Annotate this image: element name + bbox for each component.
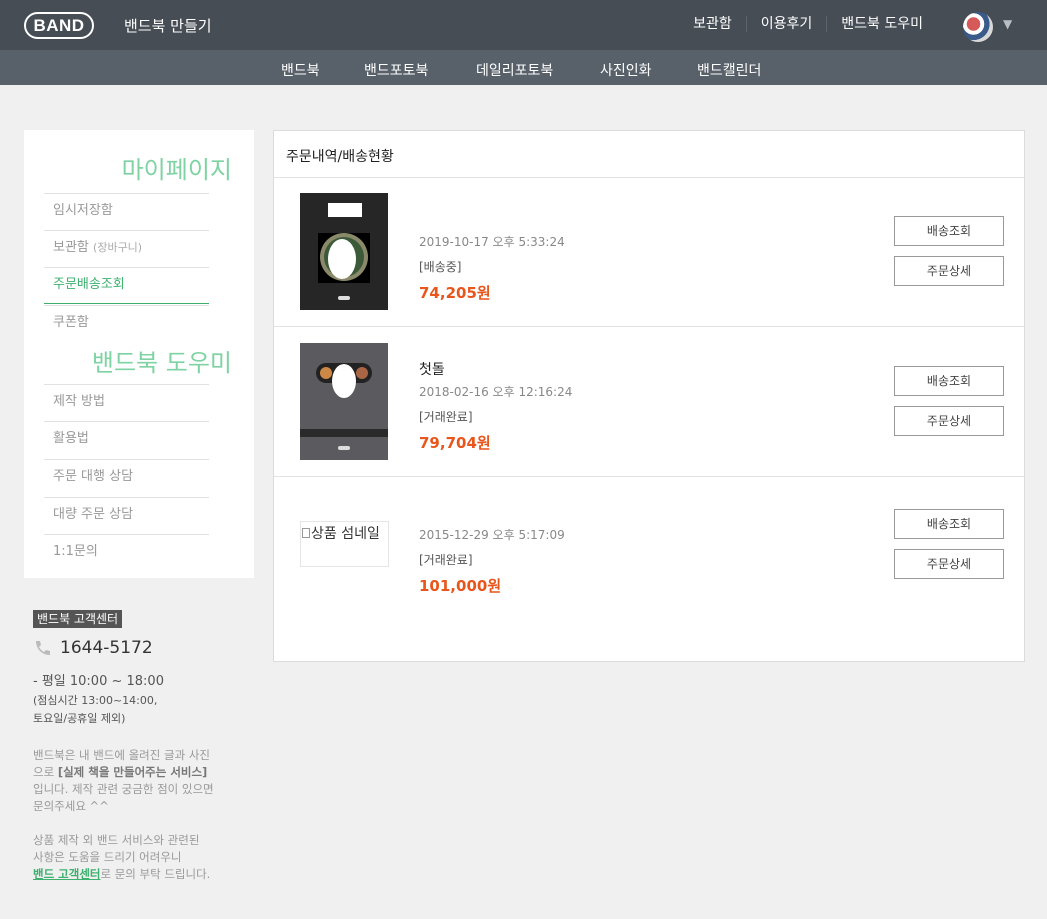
sidebar-item-sublabel: (장바구니)	[93, 241, 143, 254]
order-date: 2015-12-29 오후 5:17:09	[419, 528, 565, 542]
product-subnav: 밴드북 밴드포토북 데일리포토북 사진인화 밴드캘린더	[0, 50, 1047, 85]
order-price: 101,000원	[419, 577, 502, 595]
customer-center: 밴드북 고객센터 1644-5172 - 평일 10:00 ~ 18:00 (점…	[33, 608, 243, 881]
order-info: 2015-12-29 오후 5:17:09 [거래완료] 101,000원	[419, 502, 565, 596]
support-line: 사항은 도움을 드리기 어려우니	[33, 850, 182, 864]
sidebar-item-label: 제작 방법	[53, 394, 105, 409]
sidebar-item-label: 쿠폰함	[53, 315, 89, 330]
order-status: [배송중]	[419, 260, 462, 274]
order-info: 첫돌 2018-02-16 오후 12:16:24 [거래완료] 79,704원	[419, 359, 572, 453]
user-avatar[interactable]	[963, 12, 993, 42]
caret-down-icon[interactable]: ▼	[1003, 17, 1012, 31]
sidebar-item-label: 보관함	[53, 240, 89, 255]
page-title: 주문내역/배송현황	[286, 149, 394, 165]
customer-center-badge: 밴드북 고객센터	[33, 610, 123, 628]
sidebar-item-order-tracking[interactable]: 주문배송조회	[44, 267, 209, 304]
desc-text: 으로	[33, 765, 58, 779]
helper-heading: 밴드북 도우미	[91, 349, 232, 377]
order-date: 2018-02-16 오후 12:16:24	[419, 385, 573, 399]
sidebar-item-storage[interactable]: 보관함 (장바구니)	[44, 230, 209, 267]
phone-value: 1644-5172	[60, 638, 153, 658]
order-status: [거래완료]	[419, 553, 473, 567]
thumbnail-alt-text: 상품 섬네일	[311, 526, 380, 542]
sidebar-item-label: 활용법	[53, 431, 89, 446]
track-delivery-button[interactable]: 배송조회	[894, 366, 1004, 396]
sidebar-item-label: 1:1문의	[53, 544, 98, 559]
support-line: 상품 제작 외 밴드 서비스와 관련된	[33, 833, 200, 847]
business-hours: - 평일 10:00 ~ 18:00	[33, 674, 164, 689]
support-note: 상품 제작 외 밴드 서비스와 관련된 사항은 도움을 드리기 어려우니 밴드 …	[33, 832, 243, 883]
sidebar-item-label: 임시저장함	[53, 203, 113, 218]
order-price: 74,205원	[419, 284, 491, 302]
order-thumbnail[interactable]	[300, 343, 388, 460]
hours-note-line: (점심시간 13:00~14:00,	[33, 694, 158, 707]
subnav-photobook[interactable]: 밴드포토북	[364, 60, 428, 80]
sidebar-item-label: 주문 대행 상담	[53, 469, 134, 484]
sidebar-item-usage[interactable]: 활용법	[44, 421, 209, 458]
broken-image-icon	[302, 528, 310, 538]
subnav-bandbook[interactable]: 밴드북	[281, 60, 320, 80]
track-delivery-button[interactable]: 배송조회	[894, 216, 1004, 246]
order-detail-button[interactable]: 주문상세	[894, 549, 1004, 579]
business-hours-note: (점심시간 13:00~14:00, 토요일/공휴일 제외)	[33, 692, 243, 728]
support-text: 로 문의 부탁 드립니다.	[100, 867, 211, 881]
order-row: 상품 섬네일 2015-12-29 오후 5:17:09 [거래완료] 101,…	[274, 477, 1024, 627]
order-detail-button[interactable]: 주문상세	[894, 406, 1004, 436]
support-line: 밴드 고객센터로 문의 부탁 드립니다.	[33, 866, 243, 883]
subnav-daily-photobook[interactable]: 데일리포토북	[476, 60, 553, 80]
sidebar-item-temp-saved[interactable]: 임시저장함	[44, 193, 209, 230]
sidebar-item-coupons[interactable]: 쿠폰함	[44, 305, 209, 342]
order-thumbnail[interactable]	[300, 193, 388, 310]
phone-icon	[33, 639, 53, 657]
order-title[interactable]: 첫돌	[419, 359, 572, 379]
order-info: 2019-10-17 오후 5:33:24 [배송중] 74,205원	[419, 209, 565, 303]
desc-line: 입니다. 제작 관련 궁금한 점이 있으면	[33, 782, 214, 796]
hours-note-line: 토요일/공휴일 제외)	[33, 712, 126, 725]
order-history-panel: 주문내역/배송현황 2019-10-17 오후 5:33:24 [배송중] 74…	[273, 130, 1025, 662]
sidebar-item-label: 대량 주문 상담	[53, 507, 134, 522]
desc-line: 으로 [실제 책을 만들어주는 서비스]	[33, 764, 243, 781]
sidebar-item-bulk-order[interactable]: 대량 주문 상담	[44, 497, 209, 534]
band-support-link[interactable]: 밴드 고객센터	[33, 867, 100, 881]
subnav-calendar[interactable]: 밴드캘린더	[697, 60, 761, 80]
subnav-photo-print[interactable]: 사진인화	[600, 60, 652, 80]
sidebar-item-label: 주문배송조회	[53, 277, 125, 292]
service-description: 밴드북은 내 밴드에 올려진 글과 사진 으로 [실제 책을 만들어주는 서비스…	[33, 747, 243, 815]
order-title[interactable]	[419, 502, 565, 522]
service-title[interactable]: 밴드북 만들기	[124, 15, 212, 36]
order-date: 2019-10-17 오후 5:33:24	[419, 235, 565, 249]
order-thumbnail-broken[interactable]: 상품 섬네일	[300, 521, 389, 567]
order-price: 79,704원	[419, 434, 491, 452]
sidebar-item-how-to-make[interactable]: 제작 방법	[44, 384, 209, 421]
desc-line: 문의주세요 ^^	[33, 799, 109, 813]
nav-storage[interactable]: 보관함	[679, 16, 746, 32]
order-status: [거래완료]	[419, 410, 473, 424]
order-title[interactable]	[419, 209, 565, 229]
mypage-heading: 마이페이지	[121, 156, 232, 184]
sidebar-item-order-agent[interactable]: 주문 대행 상담	[44, 459, 209, 496]
order-detail-button[interactable]: 주문상세	[894, 256, 1004, 286]
nav-helper[interactable]: 밴드북 도우미	[826, 16, 937, 32]
order-row: 2019-10-17 오후 5:33:24 [배송중] 74,205원 배송조회…	[274, 177, 1024, 327]
nav-reviews[interactable]: 이용후기	[745, 16, 827, 32]
band-logo[interactable]: BAND	[24, 12, 94, 39]
sidebar: 마이페이지 임시저장함 보관함 (장바구니) 주문배송조회 쿠폰함 밴드북 도우…	[24, 130, 254, 578]
desc-line: 밴드북은 내 밴드에 올려진 글과 사진	[33, 748, 210, 762]
track-delivery-button[interactable]: 배송조회	[894, 509, 1004, 539]
phone-number: 1644-5172	[33, 638, 153, 658]
top-header: BAND 밴드북 만들기 보관함 이용후기 밴드북 도우미 ▼	[0, 0, 1047, 50]
desc-emphasis: [실제 책을 만들어주는 서비스]	[57, 765, 208, 779]
top-nav: 보관함 이용후기 밴드북 도우미	[679, 16, 937, 32]
sidebar-item-inquiry[interactable]: 1:1문의	[44, 534, 209, 571]
order-row: 첫돌 2018-02-16 오후 12:16:24 [거래완료] 79,704원…	[274, 327, 1024, 477]
